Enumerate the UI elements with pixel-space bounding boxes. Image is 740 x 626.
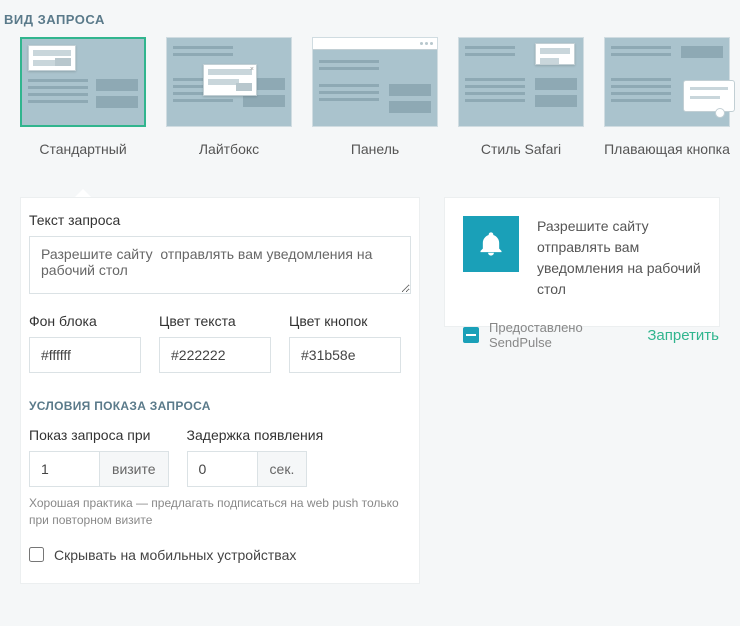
button-color-label: Цвет кнопок bbox=[289, 313, 401, 329]
type-standard[interactable]: Стандартный bbox=[20, 37, 146, 157]
visit-input[interactable] bbox=[29, 451, 99, 487]
type-panel[interactable]: Панель bbox=[312, 37, 438, 157]
request-text-label: Текст запроса bbox=[29, 212, 411, 228]
preview-message: Разрешите сайту отправлять вам уведомлен… bbox=[537, 216, 719, 300]
request-text-input[interactable] bbox=[29, 236, 411, 294]
request-type-picker: Стандартный × Лайтбокс Панель bbox=[0, 37, 740, 197]
bg-color-input[interactable] bbox=[29, 337, 141, 373]
bell-icon bbox=[463, 216, 519, 272]
text-color-label: Цвет текста bbox=[159, 313, 271, 329]
section-title: ВИД ЗАПРОСА bbox=[0, 0, 740, 37]
hide-mobile-input[interactable] bbox=[29, 547, 44, 562]
practice-note: Хорошая практика — предлагать подписатьс… bbox=[29, 495, 411, 529]
type-label: Плавающая кнопка bbox=[604, 141, 730, 157]
deny-button[interactable]: Запретить bbox=[647, 327, 719, 344]
button-color-input[interactable] bbox=[289, 337, 401, 373]
type-safari[interactable]: Стиль Safari bbox=[458, 37, 584, 157]
type-label: Стандартный bbox=[39, 141, 126, 157]
type-label: Панель bbox=[351, 141, 399, 157]
hide-mobile-label: Скрывать на мобильных устройствах bbox=[54, 547, 296, 563]
sendpulse-icon bbox=[463, 327, 479, 343]
provided-by: Предоставлено SendPulse bbox=[489, 320, 637, 350]
visit-label: Показ запроса при bbox=[29, 427, 169, 443]
bg-color-label: Фон блока bbox=[29, 313, 141, 329]
text-color-input[interactable] bbox=[159, 337, 271, 373]
settings-panel: Текст запроса Фон блока Цвет текста Цвет… bbox=[20, 197, 420, 584]
visit-suffix: визите bbox=[99, 451, 169, 487]
delay-suffix: сек. bbox=[257, 451, 308, 487]
type-label: Стиль Safari bbox=[481, 141, 561, 157]
delay-input[interactable] bbox=[187, 451, 257, 487]
conditions-title: УСЛОВИЯ ПОКАЗА ЗАПРОСА bbox=[29, 399, 411, 413]
hide-mobile-checkbox[interactable]: Скрывать на мобильных устройствах bbox=[29, 547, 411, 563]
type-floating[interactable]: Плавающая кнопка bbox=[604, 37, 730, 157]
delay-label: Задержка появления bbox=[187, 427, 324, 443]
type-lightbox[interactable]: × Лайтбокс bbox=[166, 37, 292, 157]
preview-panel: Разрешите сайту отправлять вам уведомлен… bbox=[444, 197, 720, 327]
type-label: Лайтбокс bbox=[199, 141, 259, 157]
